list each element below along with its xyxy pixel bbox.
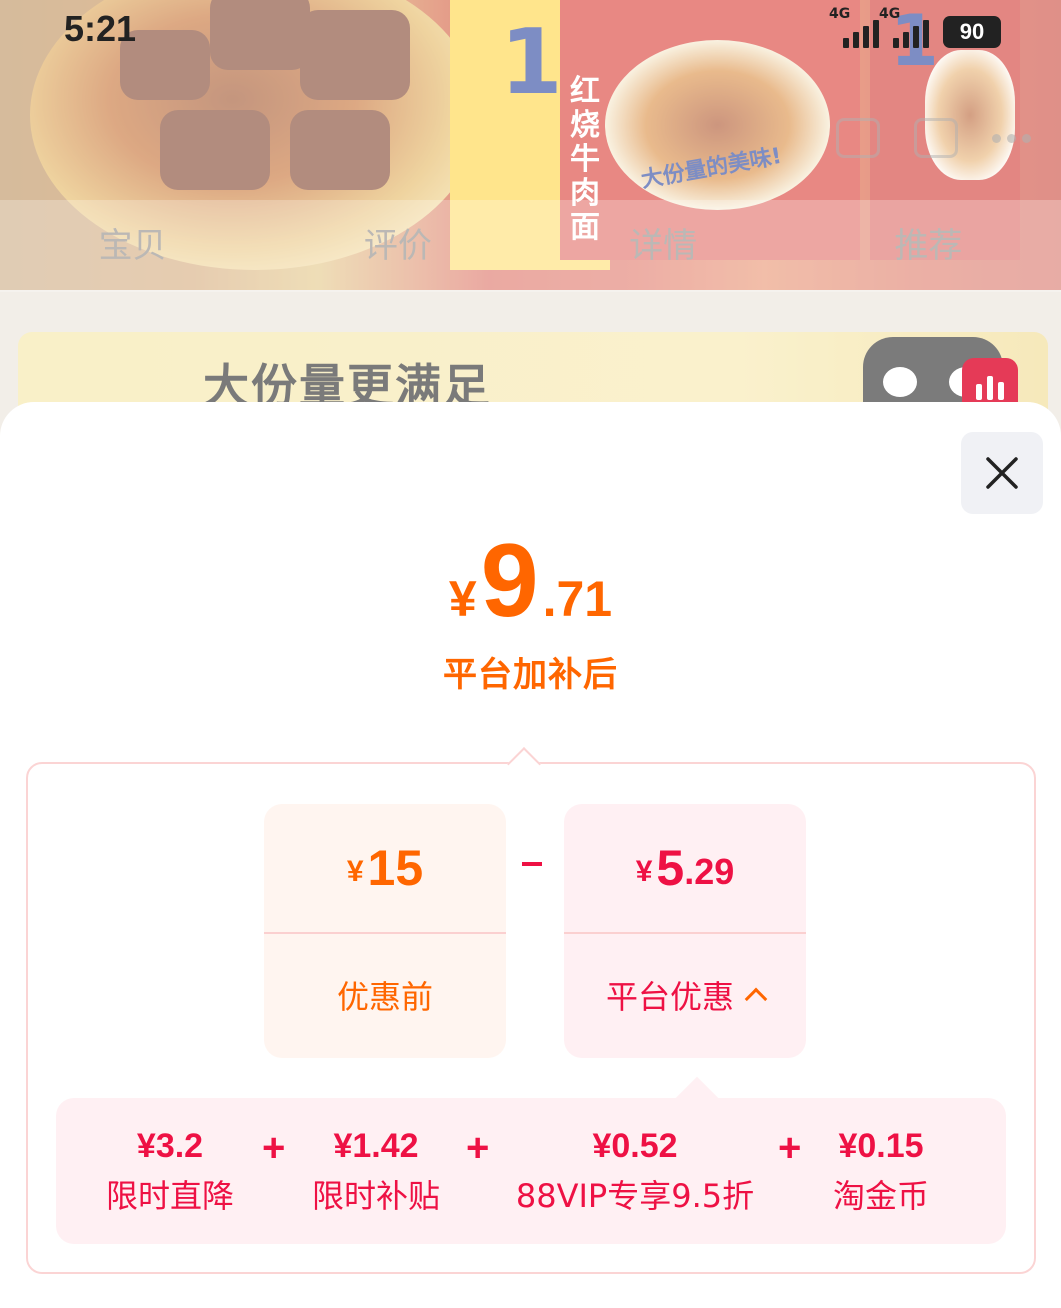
plus-sign: + <box>466 1126 490 1170</box>
discount-item-label: 淘金币 <box>832 1177 929 1215</box>
platform-discount-toggle[interactable]: 平台优惠 <box>564 934 806 1056</box>
battery-icon: 90 <box>943 16 1001 48</box>
discount-item: ¥3.2 限时直降 <box>100 1124 240 1224</box>
original-price-card: ¥15 优惠前 <box>264 804 506 1058</box>
chevron-up-icon <box>744 987 768 1011</box>
original-price-amount: ¥15 <box>264 804 506 934</box>
signal-icon: 4G <box>879 6 929 48</box>
discount-item: ¥0.15 淘金币 <box>816 1124 946 1224</box>
discount-item-label: 限时补贴 <box>311 1177 440 1215</box>
discount-detail-list: ¥3.2 限时直降 + ¥1.42 限时补贴 + ¥0.52 88VIP专享9.… <box>56 1076 1006 1244</box>
close-button[interactable] <box>961 432 1043 514</box>
modal-overlay[interactable] <box>0 0 1061 440</box>
product-page-background: 1 红烧牛肉面 大份量的美味! 1 宝贝 评价 详情 推荐 大份量更满足 5:2… <box>0 0 1061 440</box>
plus-sign: + <box>262 1126 286 1170</box>
discount-item-value: ¥1.42 <box>333 1127 419 1165</box>
final-price: ¥9.71 <box>448 523 613 639</box>
discount-item-value: ¥0.15 <box>838 1127 924 1165</box>
platform-discount-amount: ¥5.29 <box>564 804 806 934</box>
price-breakdown-panel: ¥15 优惠前 ¥5.29 平台优惠 ¥3.2 限时直降 + ¥1.42 限时补… <box>26 747 1036 1274</box>
price-breakdown-sheet: ¥9.71 平台加补后 ¥15 优惠前 ¥5.29 平台优惠 ¥3.2 限时直降 <box>0 402 1061 1308</box>
close-icon <box>986 457 1018 489</box>
discount-item-label: 限时直降 <box>105 1177 234 1215</box>
status-time: 5:21 <box>64 8 137 49</box>
minus-sign <box>522 862 542 866</box>
plus-sign: + <box>778 1126 802 1170</box>
discount-item: ¥1.42 限时补贴 <box>306 1124 446 1224</box>
discount-item-value: ¥3.2 <box>136 1127 204 1165</box>
discount-item: ¥0.52 88VIP专享9.5折 <box>510 1124 760 1224</box>
discount-item-label: 88VIP专享9.5折 <box>515 1177 755 1215</box>
status-indicators: 4G 4G 90 <box>829 6 1001 48</box>
signal-icon: 4G <box>829 6 879 48</box>
original-price-label: 优惠前 <box>336 978 433 1016</box>
platform-discount-card[interactable]: ¥5.29 平台优惠 <box>564 804 806 1058</box>
final-price-label: 平台加补后 <box>443 655 618 695</box>
platform-discount-label: 平台优惠 <box>605 978 734 1016</box>
discount-item-value: ¥0.52 <box>592 1127 678 1165</box>
